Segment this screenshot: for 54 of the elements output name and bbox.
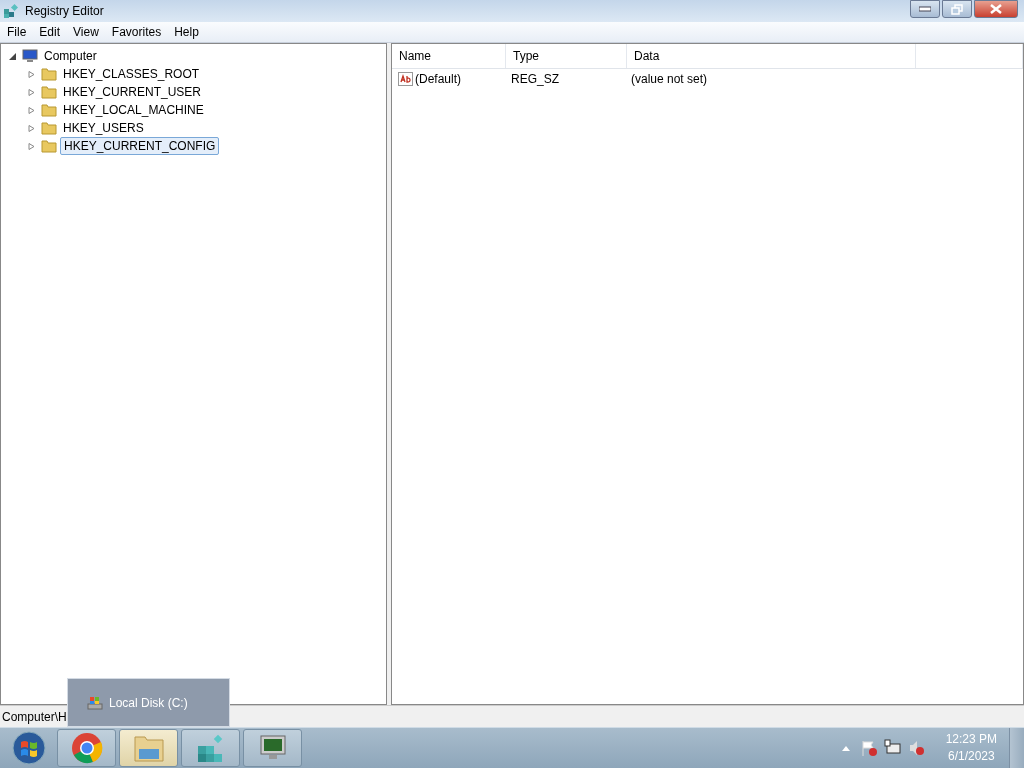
folder-icon [41, 85, 57, 99]
menu-item[interactable]: View [66, 25, 105, 39]
minimize-button[interactable] [910, 0, 940, 18]
flag-icon[interactable] [859, 739, 878, 757]
menu-item[interactable]: Favorites [104, 25, 168, 39]
table-cell-text: REG_SZ [510, 72, 560, 86]
folder-icon [41, 67, 57, 81]
tree-item[interactable]: HKEY_CLASSES_ROOT [60, 66, 203, 82]
taskbar-button[interactable] [181, 729, 240, 767]
folder-icon [41, 103, 57, 117]
expand-icon[interactable] [28, 88, 35, 96]
folder-icon [132, 733, 165, 763]
date: 6/1/2023 [947, 748, 995, 765]
time: 12:23 PM [945, 731, 997, 748]
show-desktop-button[interactable] [1009, 728, 1024, 768]
tree-item[interactable]: Computer [41, 48, 100, 64]
taskbar-button[interactable] [119, 729, 178, 767]
taskbar-button[interactable] [243, 729, 302, 767]
expand-icon[interactable] [28, 142, 35, 150]
column-header[interactable]: Type [506, 44, 627, 68]
caret-icon [841, 745, 850, 751]
menu-item[interactable]: File [0, 25, 33, 39]
string-value-icon [398, 72, 413, 86]
column-header[interactable]: Data [627, 44, 916, 68]
menu-item[interactable]: Edit [32, 25, 67, 39]
drive-icon [87, 695, 103, 710]
expand-icon[interactable] [28, 106, 35, 114]
folder-icon [41, 121, 57, 135]
folder-icon [41, 139, 57, 153]
speaker-icon[interactable] [907, 739, 926, 757]
network-icon[interactable] [883, 739, 902, 757]
table-cell: (Default) [415, 72, 461, 86]
restore-icon [951, 3, 963, 15]
table-cell-text: (value not set) [630, 72, 709, 86]
computer-icon [22, 49, 38, 63]
minimize-icon [919, 6, 931, 12]
status-text: Computer\H [2, 709, 67, 724]
window-title: Registry Editor [25, 4, 104, 18]
tree-item[interactable]: HKEY_CURRENT_USER [60, 84, 205, 100]
close-button[interactable] [974, 0, 1018, 18]
taskbar-button[interactable] [57, 729, 116, 767]
tree-item[interactable]: HKEY_CURRENT_CONFIG [60, 137, 220, 155]
windows-logo-icon [12, 731, 46, 765]
expand-icon[interactable] [28, 124, 35, 132]
tree-item[interactable]: HKEY_LOCAL_MACHINE [60, 102, 207, 118]
browser-icon [70, 732, 103, 764]
close-icon [990, 4, 1002, 14]
cubes-icon [3, 3, 19, 19]
tree-item[interactable]: HKEY_USERS [60, 120, 147, 136]
collapse-icon[interactable] [9, 52, 16, 60]
restore-button[interactable] [942, 0, 972, 18]
menu-item[interactable]: Help [167, 25, 205, 39]
expand-icon[interactable] [28, 70, 35, 78]
column-header[interactable]: Name [392, 44, 506, 68]
